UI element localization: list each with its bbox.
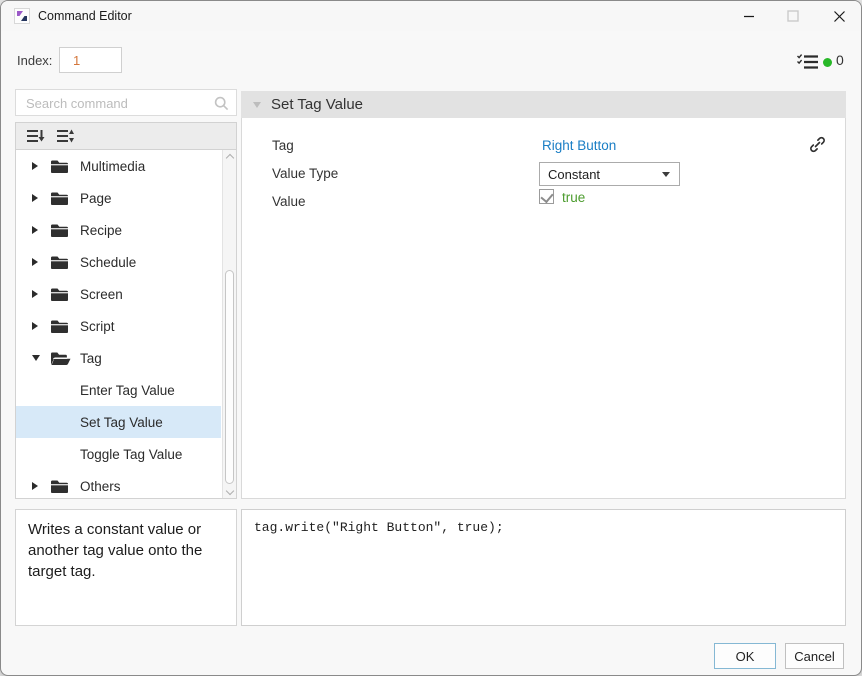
expand-arrow-icon[interactable] [32,194,50,202]
folder-closed-icon [50,223,80,238]
section-header[interactable]: Set Tag Value [241,91,846,118]
folder-closed-icon [50,191,80,206]
value-text: true [562,190,585,205]
status-dot-icon [823,58,832,67]
tree-item-label: Script [80,319,115,334]
command-tree: Multimedia Page Recipe Schedule Screen [16,150,221,498]
cancel-button[interactable]: Cancel [785,643,844,669]
expand-arrow-icon[interactable] [32,226,50,234]
tree-item-schedule[interactable]: Schedule [16,246,221,278]
close-icon[interactable] [817,1,861,31]
command-count: 0 [836,52,844,68]
tree-item-label: Tag [80,351,102,366]
tree-item-label: Others [80,479,121,494]
value-checkbox[interactable] [539,189,554,204]
tree-item-label: Multimedia [80,159,145,174]
tree-item-toggle-tag-value[interactable]: Toggle Tag Value [16,438,221,470]
folder-closed-icon [50,287,80,302]
value-label: Value [272,194,306,209]
code-preview: tag.write("Right Button", true); [241,509,846,626]
app-logo-icon [14,8,30,24]
command-list-icon[interactable] [797,53,818,71]
command-tree-panel: Multimedia Page Recipe Schedule Screen [15,122,237,499]
value-type-selected: Constant [548,167,600,182]
minimize-button[interactable] [727,1,771,31]
tree-item-set-tag-value[interactable]: Set Tag Value [16,406,221,438]
ok-button[interactable]: OK [714,643,776,669]
expand-arrow-icon[interactable] [32,290,50,298]
tree-scrollbar[interactable] [222,150,236,498]
expand-arrow-icon[interactable] [32,162,50,170]
section-title: Set Tag Value [271,96,363,113]
collapse-icon[interactable] [253,102,261,108]
tree-toolbar [16,123,236,150]
expand-arrow-icon[interactable] [32,258,50,266]
search-box [15,89,237,116]
folder-closed-icon [50,479,80,494]
tree-item-tag[interactable]: Tag [16,342,221,374]
tree-item-label: Enter Tag Value [80,383,175,398]
tag-label: Tag [272,138,294,153]
tag-value-link[interactable]: Right Button [542,138,616,153]
title-bar: Command Editor [1,1,861,31]
tree-item-label: Screen [80,287,123,302]
tree-item-others[interactable]: Others [16,470,221,498]
value-type-select[interactable]: Constant [539,162,680,186]
search-input[interactable] [24,91,213,116]
tree-item-label: Set Tag Value [80,415,163,430]
tag-link-icon[interactable] [808,135,827,154]
expand-arrow-icon[interactable] [32,322,50,330]
tree-item-page[interactable]: Page [16,182,221,214]
tree-item-label: Toggle Tag Value [80,447,182,462]
search-icon [214,96,229,111]
index-input[interactable] [59,47,122,73]
folder-open-icon [50,351,80,366]
folder-closed-icon [50,255,80,270]
scrollbar-thumb[interactable] [225,270,234,484]
command-editor-window: Command Editor Index: 0 [0,0,862,676]
maximize-button [771,1,815,31]
tree-item-label: Page [80,191,112,206]
command-description: Writes a constant value or another tag v… [15,509,237,626]
command-form: Tag Right Button Value Type Constant Val… [241,118,846,499]
scroll-up-icon[interactable] [226,153,233,160]
folder-closed-icon [50,319,80,334]
index-label: Index: [17,53,52,68]
tree-item-screen[interactable]: Screen [16,278,221,310]
expand-arrow-icon[interactable] [32,482,50,490]
value-type-label: Value Type [272,166,338,181]
sort-direction-icon[interactable] [55,126,75,146]
sort-order-icon[interactable] [25,126,45,146]
window-title: Command Editor [38,9,132,23]
scroll-down-icon[interactable] [226,488,233,495]
tree-item-label: Recipe [80,223,122,238]
tree-item-label: Schedule [80,255,136,270]
tree-item-script[interactable]: Script [16,310,221,342]
collapse-arrow-icon[interactable] [32,355,50,361]
tree-item-recipe[interactable]: Recipe [16,214,221,246]
folder-closed-icon [50,159,80,174]
tree-item-enter-tag-value[interactable]: Enter Tag Value [16,374,221,406]
chevron-down-icon [662,172,670,177]
tree-item-multimedia[interactable]: Multimedia [16,150,221,182]
